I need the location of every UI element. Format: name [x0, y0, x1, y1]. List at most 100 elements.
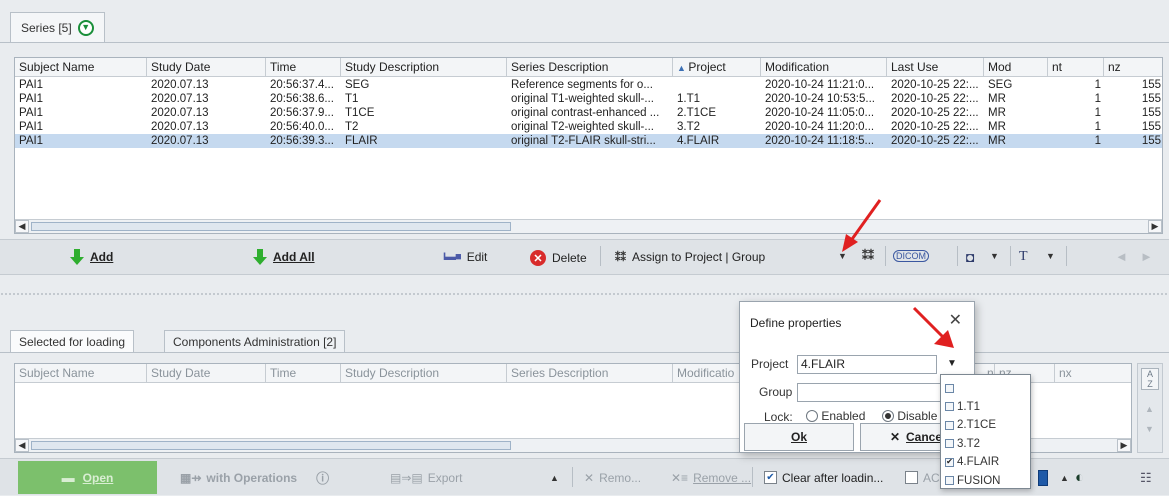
series-table[interactable]: Subject Name Study Date Time Study Descript…	[14, 57, 1163, 234]
column-header[interactable]: ▲ Project	[673, 58, 761, 77]
project-option[interactable]: FUSION	[945, 472, 1000, 490]
scroll-left-button[interactable]: ◀	[15, 439, 29, 452]
column-header-label: Subject Name	[19, 60, 95, 74]
table-cell: 2020.07.13	[151, 121, 209, 133]
triangle-up-icon: ▲	[550, 472, 559, 483]
checkbox-icon	[945, 383, 954, 393]
remove-all-button[interactable]: ✕≡ Remove ...	[671, 459, 751, 496]
previous-button[interactable]: ◄	[1115, 249, 1128, 264]
collapse-button[interactable]: ▲	[550, 459, 559, 496]
project-field[interactable]: 4.FLAIR	[797, 355, 937, 374]
column-header[interactable]: Study Description	[341, 364, 507, 383]
project-dropdown-icon[interactable]: ▼	[947, 358, 957, 369]
pane-splitter[interactable]	[0, 292, 1169, 296]
column-header[interactable]: Series Description	[507, 364, 673, 383]
viewer-icon[interactable]: ◐	[1075, 459, 1084, 496]
settings-icon[interactable]: ☷	[1140, 459, 1152, 496]
assign-project-button[interactable]: ⁑⁑ Assign to Project | Group	[615, 250, 765, 264]
scroll-right-button[interactable]: ▶	[1148, 220, 1162, 233]
triangle-down-icon: ▼	[1046, 251, 1055, 261]
column-header[interactable]: Series Description	[507, 58, 673, 77]
table-row[interactable]: PAI1 2020.07.13 20:56:37.9... T1CE original …	[15, 106, 1162, 120]
close-icon[interactable]: ✕	[949, 310, 962, 330]
column-header[interactable]: Last Use	[887, 58, 984, 77]
move-down-icon[interactable]: ▼	[1145, 424, 1154, 434]
tab-components-administration[interactable]: Components Administration [2]	[164, 330, 346, 352]
ac-checkbox[interactable]: AC	[905, 459, 940, 496]
text-button[interactable]: T	[1019, 249, 1028, 265]
table-row[interactable]: PAI1 2020.07.13 20:56:40.0... T2 original T2…	[15, 120, 1162, 134]
project-option[interactable]	[945, 379, 957, 397]
add-all-button[interactable]: Add All	[253, 249, 315, 265]
series-hscrollbar[interactable]: ◀ ▶	[15, 219, 1162, 233]
layout-menu-dropdown[interactable]: ▲	[1060, 459, 1069, 496]
column-header[interactable]: Modification	[761, 58, 887, 77]
edit-button[interactable]: I▬■ Edit	[443, 250, 487, 264]
column-header[interactable]: Study Date	[147, 58, 266, 77]
column-header[interactable]: Time	[266, 58, 341, 77]
column-header[interactable]: Time	[266, 364, 341, 383]
lock-disabled-radio[interactable]: Disable	[882, 409, 937, 423]
project-dropdown-list[interactable]: 1.T1 2.T1CE 3.T2 ✔ 4.FLAIR FUSION	[940, 374, 1031, 489]
column-header-label: Study Description	[345, 60, 440, 74]
scroll-thumb[interactable]	[31, 222, 511, 231]
dicom-button[interactable]: DICOM	[893, 250, 929, 262]
table-cell: 155	[1141, 79, 1161, 91]
lock-enabled-radio[interactable]: Enabled	[806, 409, 865, 423]
tab-series[interactable]: Series [5] ▼	[10, 12, 105, 42]
text-t-icon: T	[1019, 249, 1028, 264]
step-back-icon: ◄	[1115, 249, 1128, 264]
table-cell: 1	[1094, 107, 1101, 119]
text-menu-dropdown[interactable]: ▼	[1046, 251, 1055, 261]
assign-menu-dropdown[interactable]: ▼	[838, 251, 847, 261]
column-header[interactable]: Mod	[984, 58, 1048, 77]
scroll-thumb[interactable]	[31, 441, 511, 450]
checkbox-icon	[945, 420, 954, 430]
column-header[interactable]: Study Description	[341, 58, 507, 77]
column-header[interactable]: nt	[1048, 58, 1104, 77]
tag-menu-dropdown[interactable]: ▼	[990, 251, 999, 261]
tag-button[interactable]: ◘	[966, 249, 974, 265]
remove-selected-button[interactable]: ✕ Remo...	[584, 459, 641, 496]
ok-button[interactable]: Ok	[744, 423, 854, 451]
table-cell: original T2-weighted skull-...	[511, 121, 654, 133]
next-button[interactable]: ►	[1140, 249, 1153, 264]
export-button[interactable]: ▤⇒▤ Export	[390, 459, 462, 496]
remove-all-icon: ✕≡	[671, 470, 689, 485]
table-cell: 2020.07.13	[151, 107, 209, 119]
delete-button[interactable]: ✕ Delete	[530, 250, 587, 266]
step-forward-icon: ►	[1140, 249, 1153, 264]
table-row[interactable]: PAI1 2020.07.13 20:56:39.3... FLAIR original…	[15, 134, 1162, 148]
table-cell: 2020-10-24 10:53:5...	[765, 93, 875, 105]
table-cell: SEG	[345, 79, 370, 91]
table-cell: MR	[988, 135, 1006, 147]
column-header[interactable]: Subject Name	[15, 58, 147, 77]
move-up-icon[interactable]: ▲	[1145, 404, 1154, 414]
project-option[interactable]: ✔ 4.FLAIR	[945, 453, 999, 471]
scroll-right-button[interactable]: ▶	[1117, 439, 1131, 452]
add-button[interactable]: Add	[70, 249, 113, 265]
clear-after-loading-checkbox[interactable]: ✔ Clear after loadin...	[764, 459, 883, 496]
open-with-operations-button[interactable]: ▦⇸ with Operations ⓘ	[180, 459, 329, 496]
sort-az-icon[interactable]: AZ	[1141, 368, 1159, 390]
open-button[interactable]: ▬ Open	[18, 461, 157, 494]
column-header[interactable]: Study Date	[147, 364, 266, 383]
column-header[interactable]: Subject Name	[15, 364, 147, 383]
table-row[interactable]: PAI1 2020.07.13 20:56:38.6... T1 original T1…	[15, 92, 1162, 106]
project-option[interactable]: 3.T2	[945, 435, 980, 453]
scroll-left-button[interactable]: ◀	[15, 220, 29, 233]
table-cell: Reference segments for o...	[511, 79, 653, 91]
column-header[interactable]: nx	[1055, 364, 1131, 383]
series-toolbar: Add Add All I▬■ Edit ✕ Delete ⁑⁑ Assign …	[0, 239, 1169, 275]
checkbox-icon	[945, 402, 954, 411]
table-row[interactable]: PAI1 2020.07.13 20:56:37.4... SEG Reference …	[15, 78, 1162, 92]
chevron-down-icon[interactable]: ▼	[77, 19, 94, 36]
table-cell: original contrast-enhanced ...	[511, 107, 660, 119]
tab-selected-for-loading-label: Selected for loading	[19, 334, 126, 349]
project-option[interactable]: 1.T1	[945, 398, 980, 416]
project-option[interactable]: 2.T1CE	[945, 416, 996, 434]
layout-blue-icon[interactable]	[1038, 470, 1048, 486]
column-header[interactable]: nz	[1104, 58, 1162, 77]
group-assign-button[interactable]: ⁑⁑	[862, 249, 874, 263]
tab-selected-for-loading[interactable]: Selected for loading	[10, 330, 135, 352]
